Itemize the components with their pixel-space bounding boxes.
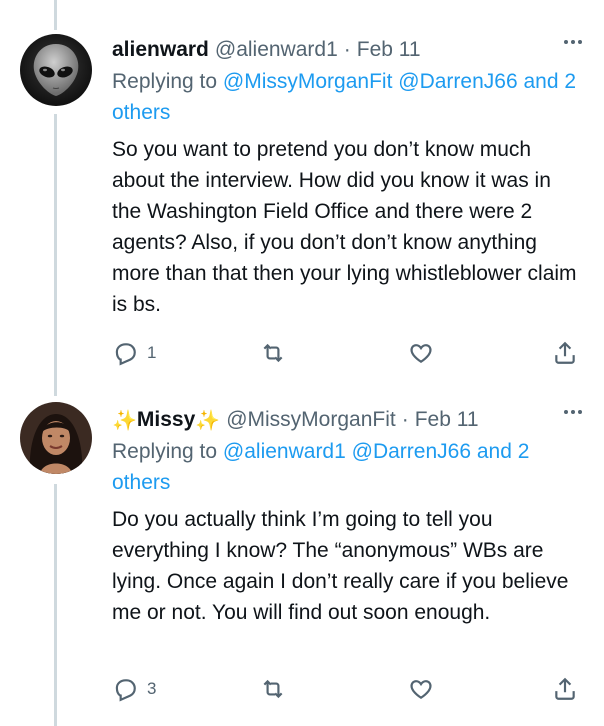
display-name[interactable]: alienward xyxy=(112,38,209,62)
user-handle[interactable]: @alienward1 xyxy=(215,38,338,62)
separator-dot: · xyxy=(401,408,409,431)
retweet-button[interactable] xyxy=(260,676,286,702)
heart-icon xyxy=(410,680,432,699)
mention-link[interactable]: @DarrenJ66 xyxy=(352,440,471,463)
retweet-icon xyxy=(263,679,283,699)
more-icon[interactable] xyxy=(564,40,582,44)
reply-button[interactable]: 1 xyxy=(112,340,156,366)
avatar[interactable] xyxy=(20,402,92,474)
display-name[interactable]: Missy xyxy=(137,408,195,432)
replying-to-label: Replying to xyxy=(112,70,218,93)
reply-icon xyxy=(115,343,136,366)
mention-link[interactable]: @MissyMorganFit xyxy=(223,70,393,93)
mention-link[interactable]: @alienward1 xyxy=(223,440,346,463)
mention-link[interactable]: @DarrenJ66 xyxy=(398,70,517,93)
reply-icon xyxy=(115,679,136,702)
tweet-date[interactable]: Feb 11 xyxy=(415,408,479,432)
avatar[interactable] xyxy=(20,34,92,106)
thread-line-top xyxy=(54,0,57,30)
user-handle[interactable]: @MissyMorganFit xyxy=(226,408,396,432)
heart-icon xyxy=(410,344,432,363)
alien-avatar-icon xyxy=(20,34,92,106)
tweet[interactable]: ✨ Missy ✨ @MissyMorganFit · Feb 11 Reply… xyxy=(0,400,604,726)
sparkle-emoji: ✨ xyxy=(195,409,221,432)
tweet-text: So you want to pretend you don’t know mu… xyxy=(112,138,577,316)
reply-button[interactable]: 3 xyxy=(112,676,156,702)
like-button[interactable] xyxy=(408,676,434,702)
tweet-actions: 3 xyxy=(112,676,582,704)
sparkle-emoji: ✨ xyxy=(112,409,137,432)
tweet[interactable]: alienward @alienward1 · Feb 11 Replying … xyxy=(0,30,604,390)
share-button[interactable] xyxy=(552,676,578,702)
share-icon xyxy=(555,341,575,364)
reply-count: 1 xyxy=(147,343,157,362)
tweet-header: ✨ Missy ✨ @MissyMorganFit · Feb 11 xyxy=(112,406,582,434)
retweet-button[interactable] xyxy=(260,340,286,366)
tweet-text: Do you actually think I’m going to tell … xyxy=(112,508,569,624)
tweet-actions: 1 xyxy=(112,340,582,368)
like-button[interactable] xyxy=(408,340,434,366)
separator-dot: · xyxy=(343,38,351,61)
replying-to: Replying to @MissyMorganFit @DarrenJ66 a… xyxy=(112,66,582,128)
share-icon xyxy=(555,677,575,700)
tweet-header: alienward @alienward1 · Feb 11 xyxy=(112,36,582,64)
tweet-date[interactable]: Feb 11 xyxy=(357,38,421,62)
more-icon[interactable] xyxy=(564,410,582,414)
retweet-icon xyxy=(263,343,283,363)
replying-to-label: Replying to xyxy=(112,440,218,463)
woman-avatar-icon xyxy=(20,402,92,474)
replying-to: Replying to @alienward1 @DarrenJ66 and 2… xyxy=(112,436,582,498)
reply-count: 3 xyxy=(147,679,157,698)
share-button[interactable] xyxy=(552,340,578,366)
